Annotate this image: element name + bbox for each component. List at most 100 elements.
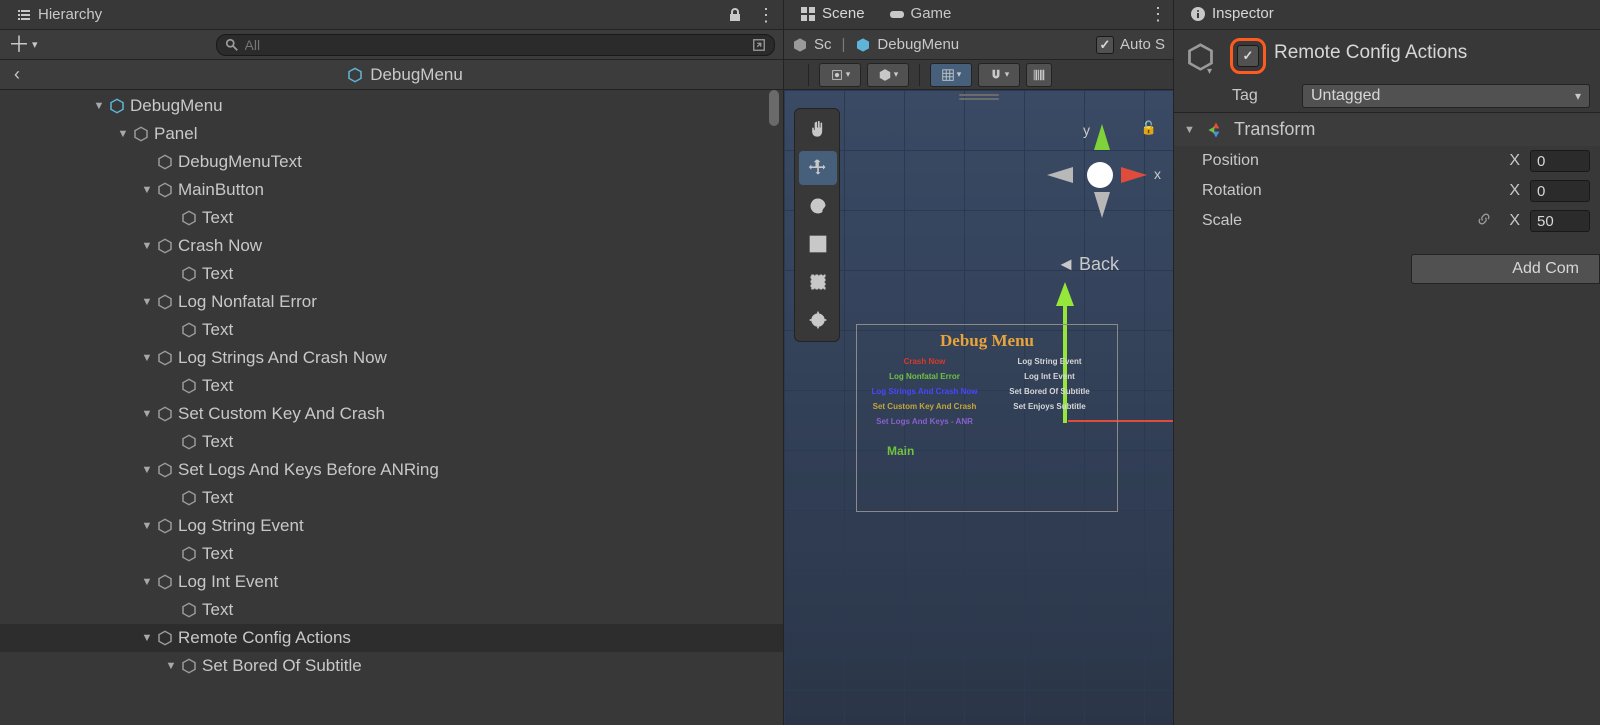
move-tool[interactable]: [799, 151, 837, 185]
gizmo-neg-y-axis[interactable]: [1094, 192, 1110, 218]
move-gizmo-y-arrow[interactable]: [1056, 282, 1074, 306]
lock-icon[interactable]: [727, 7, 743, 23]
constrain-proportions-icon[interactable]: [1476, 211, 1494, 232]
scrollbar-thumb[interactable]: [769, 90, 779, 126]
scene-prefab-crumb[interactable]: DebugMenu: [855, 36, 959, 53]
hand-icon: [808, 120, 828, 140]
position-x-field[interactable]: [1530, 150, 1590, 172]
orientation-gizmo[interactable]: 🔓 y x: [1047, 120, 1147, 220]
tree-row[interactable]: ▼ Log Int Event: [0, 568, 783, 596]
gizmo-x-label: x: [1154, 166, 1161, 182]
scene-kebab-icon[interactable]: ⋮: [1149, 4, 1167, 25]
gameobject-icon: [156, 153, 174, 171]
gizmo-lock-icon[interactable]: 🔓: [1141, 120, 1157, 136]
tab-scene-label: Scene: [822, 5, 865, 22]
auto-save-toggle[interactable]: Auto S: [1096, 36, 1165, 54]
tree-item-label: Log Int Event: [178, 572, 278, 592]
gizmo-y-axis[interactable]: [1094, 124, 1110, 150]
cube-wire-icon: [878, 68, 892, 82]
foldout-toggle[interactable]: ▼: [164, 660, 178, 672]
breadcrumb-back[interactable]: ‹: [8, 64, 26, 85]
gizmo-x-axis[interactable]: [1121, 167, 1147, 183]
tree-row[interactable]: ▼Log String Event: [0, 512, 783, 540]
tree-row[interactable]: Text: [0, 428, 783, 456]
tree-row[interactable]: Text: [0, 260, 783, 288]
rotation-x-field[interactable]: [1530, 180, 1590, 202]
tree-row[interactable]: Text: [0, 484, 783, 512]
tree-row[interactable]: ▼Set Custom Key And Crash: [0, 400, 783, 428]
scale-tool[interactable]: [799, 227, 837, 261]
auto-save-label: Auto S: [1120, 36, 1165, 53]
mic-button[interactable]: [1026, 63, 1052, 87]
rotate-tool[interactable]: [799, 189, 837, 223]
foldout-toggle[interactable]: ▼: [140, 632, 154, 644]
gizmo-neg-x-axis[interactable]: [1047, 167, 1073, 183]
foldout-toggle[interactable]: ▼: [92, 100, 106, 112]
tree-row[interactable]: ▼Set Bored Of Subtitle: [0, 652, 783, 680]
tab-inspector[interactable]: Inspector: [1180, 1, 1284, 28]
tab-scene[interactable]: Scene: [790, 1, 875, 28]
tree-row[interactable]: Text: [0, 204, 783, 232]
tree-row[interactable]: ▼DebugMenu: [0, 92, 783, 120]
hierarchy-scrollbar[interactable]: [767, 90, 781, 725]
tab-game[interactable]: Game: [879, 1, 962, 28]
foldout-toggle[interactable]: ▼: [140, 296, 154, 308]
create-dropdown[interactable]: ＋▾: [8, 38, 38, 51]
foldout-toggle[interactable]: ▼: [140, 184, 154, 196]
expand-search-icon[interactable]: [752, 38, 766, 52]
transform-component-header[interactable]: ▼ Transform: [1174, 112, 1600, 146]
unified-tool[interactable]: [799, 303, 837, 337]
magnet-dropdown[interactable]: ▾: [978, 63, 1020, 87]
hierarchy-breadcrumb: ‹ DebugMenu: [0, 60, 783, 90]
gameobject-icon: [156, 405, 174, 423]
foldout-toggle[interactable]: ▼: [140, 408, 154, 420]
transform-tool-float: [794, 108, 840, 342]
auto-save-checkbox[interactable]: [1096, 36, 1114, 54]
panel-item: Set Enjoys Subtitle: [1013, 402, 1085, 411]
hierarchy-tab[interactable]: Hierarchy: [8, 2, 110, 27]
grid-snap-dropdown[interactable]: ▾: [930, 63, 972, 87]
scale-x-field[interactable]: [1530, 210, 1590, 232]
foldout-toggle[interactable]: ▼: [140, 520, 154, 532]
tree-row[interactable]: ▼Remote Config Actions: [0, 624, 783, 652]
scale-row: Scale X: [1174, 206, 1600, 236]
viewport-grip-icon[interactable]: [959, 94, 999, 100]
rect-tool[interactable]: [799, 265, 837, 299]
foldout-toggle[interactable]: ▼: [140, 352, 154, 364]
enabled-checkbox[interactable]: [1237, 45, 1259, 67]
foldout-toggle[interactable]: ▼: [140, 240, 154, 252]
foldout-toggle[interactable]: ▼: [116, 128, 130, 140]
list-icon: [16, 7, 32, 23]
transform-foldout[interactable]: ▼: [1184, 124, 1198, 136]
add-component-button[interactable]: Add Com: [1411, 254, 1600, 284]
search-input[interactable]: [245, 37, 746, 53]
tree-row[interactable]: ▼ Crash Now: [0, 232, 783, 260]
tree-row[interactable]: ▼Log Strings And Crash Now: [0, 344, 783, 372]
tree-item-label: Crash Now: [178, 236, 262, 256]
tree-row[interactable]: ▼MainButton: [0, 176, 783, 204]
foldout-toggle[interactable]: ▼: [140, 576, 154, 588]
tree-item-label: Text: [202, 264, 233, 284]
tree-row[interactable]: DebugMenuText: [0, 148, 783, 176]
tree-row[interactable]: Text: [0, 372, 783, 400]
draw-mode-dropdown[interactable]: ▾: [867, 63, 909, 87]
hand-tool[interactable]: [799, 113, 837, 147]
hierarchy-search[interactable]: [216, 34, 775, 56]
tree-row[interactable]: Text: [0, 596, 783, 624]
foldout-toggle[interactable]: ▼: [140, 464, 154, 476]
gizmo-center[interactable]: [1087, 162, 1113, 188]
gameobject-icon: [156, 629, 174, 647]
object-name-field[interactable]: Remote Config Actions: [1274, 42, 1467, 64]
tree-row[interactable]: ▼Log Nonfatal Error: [0, 288, 783, 316]
scene-root-crumb[interactable]: Sc: [792, 36, 832, 53]
tree-row[interactable]: Text: [0, 316, 783, 344]
tree-row[interactable]: Text: [0, 540, 783, 568]
tree-row[interactable]: ▼Panel: [0, 120, 783, 148]
scene-viewport[interactable]: 🔓 y x ◄ Back Debug Menu Crash NowLog Non…: [784, 90, 1173, 725]
tree-row[interactable]: ▼Set Logs And Keys Before ANRing: [0, 456, 783, 484]
object-icon[interactable]: ▾: [1184, 38, 1222, 76]
camera-mode-dropdown[interactable]: ▾: [819, 63, 861, 87]
debug-menu-panel[interactable]: Debug Menu Crash NowLog Nonfatal ErrorLo…: [856, 324, 1118, 512]
tree-item-label: Text: [202, 600, 233, 620]
tag-dropdown[interactable]: Untagged: [1302, 84, 1590, 108]
